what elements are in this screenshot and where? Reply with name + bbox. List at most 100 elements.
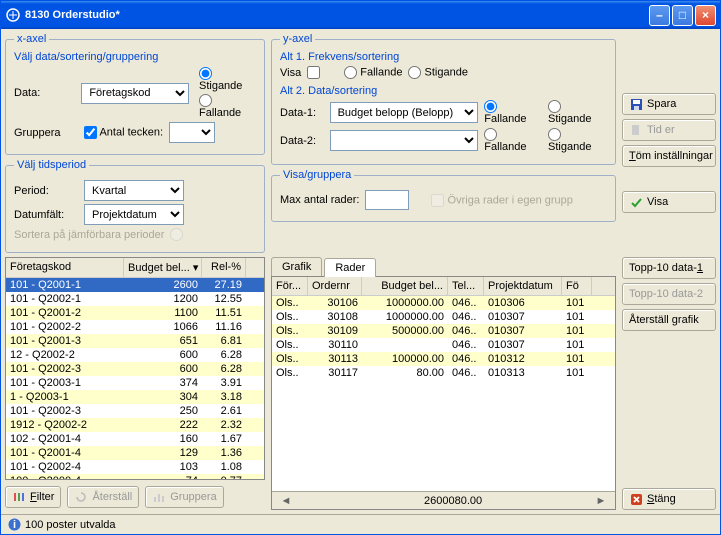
topp10-1-button[interactable]: Topp-10 data-1 [622,257,716,279]
table-row[interactable]: 100 - Q2000-4740.77 [6,474,264,479]
data2-label: Data-2: [280,135,324,147]
table-row[interactable]: Ols..30109500000.00046..010307101 [272,324,615,338]
period-select[interactable]: Kvartal [84,180,184,201]
table-row[interactable]: 101 - Q2002-1120012.55 [6,292,264,306]
spara-button[interactable]: Spara [622,93,716,115]
max-rader-input[interactable] [365,190,409,210]
app-window: 8130 Orderstudio* – □ × x-axel Välj data… [0,0,721,535]
filter-button[interactable]: Filter [5,486,61,508]
visa-label: Visa [280,67,301,79]
statusbar: i 100 poster utvalda [1,514,720,534]
data2-fallande[interactable]: Fallande [484,128,542,153]
col-projektdatum[interactable]: Projektdatum [484,277,562,295]
col-rel[interactable]: Rel-% [202,258,246,277]
antal-checkbox-label[interactable]: Antal tecken: [84,126,163,139]
visa-checkbox[interactable] [307,66,320,79]
datumfalt-label: Datumfält: [14,209,78,221]
sortera-radio [170,228,183,241]
table-row[interactable]: 101 - Q2002-2106611.16 [6,320,264,334]
x-axis-subtitle: Välj data/sortering/gruppering [14,51,256,63]
visa-gruppera-group: Visa/gruppera Max antal rader: Övriga ra… [271,169,616,222]
table-row[interactable]: Ols..30110046..010307101 [272,338,615,352]
table-row[interactable]: Ols..301081000000.00046..010307101 [272,310,615,324]
col-ordernr[interactable]: Ordernr [308,277,362,295]
table-row[interactable]: 101 - Q2003-13743.91 [6,376,264,390]
maximize-button[interactable]: □ [672,5,693,26]
stang-button[interactable]: Stäng [622,488,716,510]
status-text: 100 poster utvalda [25,519,116,531]
asc-radio[interactable] [199,67,212,80]
col-tel[interactable]: Tel... [448,277,484,295]
datumfalt-select[interactable]: Projektdatum [84,204,184,225]
x-axis-group: x-axel Välj data/sortering/gruppering Da… [5,33,265,155]
alt1-fallande[interactable]: Fallande [344,66,402,79]
close-button[interactable]: × [695,5,716,26]
sum-bar: ◄ 2600080.00 ► [272,491,615,509]
table-row[interactable]: 102 - Q2001-41601.67 [6,432,264,446]
data-select[interactable]: Företagskod [81,83,189,104]
table-row[interactable]: Ols..30113100000.00046..010312101 [272,352,615,366]
y-axis-group: y-axel Alt 1. Frekvens/sortering Visa Fa… [271,33,616,165]
data2-stigande[interactable]: Stigande [548,128,607,153]
tidsperiod-group: Välj tidsperiod Period: Kvartal Datumfäl… [5,159,265,253]
antal-checkbox[interactable] [84,126,97,139]
left-grid-header[interactable]: Företagskod Budget bel... ▾ Rel-% [6,258,264,278]
antal-select[interactable] [169,122,215,143]
col-foretagskod[interactable]: Företagskod [6,258,124,277]
right-grid[interactable]: För... Ordernr Budget bel... Tel... Proj… [271,276,616,510]
left-grid[interactable]: Företagskod Budget bel... ▾ Rel-% 101 - … [5,257,265,480]
check-icon [629,195,643,209]
alt1-title: Alt 1. Frekvens/sortering [280,51,607,63]
tab-rader[interactable]: Rader [324,258,376,277]
tom-button[interactable]: Töm inställningar [622,145,716,167]
window-title: 8130 Orderstudio* [25,9,120,21]
data1-select[interactable]: Budget belopp (Belopp) [330,102,479,123]
col-fo2[interactable]: Fö [562,277,592,295]
table-row[interactable]: 12 - Q2002-26006.28 [6,348,264,362]
max-rader-label: Max antal rader: [280,194,359,206]
ovriga-label: Övriga rader i egen grupp [431,194,572,207]
alt1-stigande[interactable]: Stigande [408,66,468,79]
info-icon: i [7,518,21,532]
gruppera-button: Gruppera [145,486,223,508]
table-row[interactable]: 1912 - Q2002-22222.32 [6,418,264,432]
right-grid-header[interactable]: För... Ordernr Budget bel... Tel... Proj… [272,277,615,296]
visa-button[interactable]: Visa [622,191,716,213]
table-row[interactable]: 101 - Q2002-32502.61 [6,404,264,418]
data2-select[interactable] [330,130,479,151]
table-row[interactable]: Ols..3011780.00046..010313101 [272,366,615,380]
svg-text:i: i [12,519,15,531]
aterstall-grafik-button[interactable]: Återställ grafik [622,309,716,331]
y-axis-legend: y-axel [280,33,315,45]
table-row[interactable]: 1 - Q2003-13043.18 [6,390,264,404]
minimize-button[interactable]: – [649,5,670,26]
table-row[interactable]: 101 - Q2001-2110011.51 [6,306,264,320]
sum-value: 2600080.00 [424,495,482,507]
table-row[interactable]: 101 - Q2002-41031.08 [6,460,264,474]
table-row[interactable]: 101 - Q2001-36516.81 [6,334,264,348]
table-row[interactable]: 101 - Q2001-41291.36 [6,446,264,460]
desc-radio[interactable] [199,94,212,107]
scroll-right-icon[interactable]: ► [593,495,609,507]
table-row[interactable]: 101 - Q2001-1260027.19 [6,278,264,292]
tab-grafik[interactable]: Grafik [271,257,322,276]
ovriga-checkbox [431,194,444,207]
alt2-title: Alt 2. Data/sortering [280,85,607,97]
tider-button: Tid er [622,119,716,141]
desc-radio-label[interactable]: Fallande [199,94,256,119]
table-row[interactable]: 101 - Q2002-36006.28 [6,362,264,376]
col-for[interactable]: För... [272,277,308,295]
titlebar[interactable]: 8130 Orderstudio* – □ × [1,1,720,29]
app-icon [5,7,21,23]
scroll-left-icon[interactable]: ◄ [278,495,294,507]
col-budget[interactable]: Budget bel... ▾ [124,258,202,277]
sortera-label: Sortera på jämförbara perioder [14,229,164,241]
data1-stigande[interactable]: Stigande [548,100,607,125]
asc-radio-label[interactable]: Stigande [199,67,256,92]
data1-fallande[interactable]: Fallande [484,100,542,125]
col-budget2[interactable]: Budget bel... [362,277,448,295]
table-row[interactable]: Ols..301061000000.00046..010306101 [272,296,615,310]
data-label: Data: [14,87,75,99]
visa-gruppera-legend: Visa/gruppera [280,169,354,181]
filter-icon [12,490,26,504]
